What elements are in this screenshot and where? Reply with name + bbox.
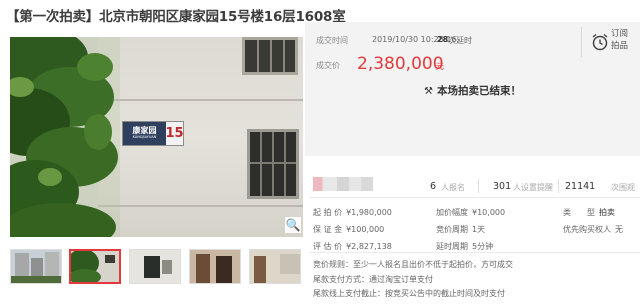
deal-price-value: 2,380,000 [357, 54, 444, 74]
divider [581, 27, 582, 57]
tree-foliage [10, 37, 120, 237]
page-title: 【第一次拍卖】北京市朝阳区康家园15号楼16层1608室 [6, 9, 346, 25]
increment-label: 加价幅度 [436, 208, 468, 217]
start-price-label: 起 拍 价 [313, 208, 343, 217]
auction-ended-text: 本场拍卖已结束！ [436, 85, 521, 97]
period-value: 1天 [472, 225, 486, 234]
reminder-count: 301 [493, 181, 512, 192]
thumbnail-3[interactable] [129, 249, 181, 284]
stat-divider [478, 179, 479, 193]
main-photo[interactable]: 康家园 KANGJIAYUAN 15 🔍 [10, 37, 303, 237]
start-price-row: 起 拍 价 ¥1,980,000 [313, 207, 392, 218]
deposit-value: ¥100,000 [346, 225, 385, 234]
view-count: 21141 [565, 181, 596, 192]
divider [309, 252, 640, 253]
priority-label: 优先购买权人 [563, 225, 611, 234]
increment-row: 加价幅度 ¥10,000 [436, 207, 505, 218]
blurred-avatar [313, 177, 373, 191]
wall-ledge [98, 99, 303, 101]
auction-ended-notice: ⚒ 本场拍卖已结束！ [305, 83, 640, 98]
deal-time-label: 成交时间 [316, 36, 348, 45]
priority-row: 优先购买权人无 [563, 224, 623, 235]
period-label: 竞价周期 [436, 225, 468, 234]
type-value: 拍卖 [599, 208, 615, 217]
rule-bidding: 竞价规则：至少一人报名且出价不低于起拍价，方可成交 [313, 260, 513, 269]
deal-price-label: 成交价 [316, 61, 340, 70]
priority-value: 无 [615, 225, 623, 234]
subscribe-label-line2: 拍品 [611, 40, 629, 51]
deposit-row: 保 证 金 ¥100,000 [313, 224, 384, 235]
delay-label: 延时周期 [436, 242, 468, 251]
wall-ledge [98, 205, 303, 207]
thumbnail-1[interactable] [10, 249, 62, 284]
rule-payment-method: 尾款支付方式：通过淘宝订单支付 [313, 274, 433, 284]
start-price-value: ¥1,980,000 [346, 208, 392, 217]
delay-value: 5分钟 [472, 242, 494, 251]
window-middle [247, 129, 299, 199]
registrant-count: 6 [430, 181, 437, 192]
sign-number: 15 [165, 122, 184, 145]
thumbnail-5[interactable] [249, 249, 301, 284]
alarm-clock-icon [592, 33, 608, 51]
period-row: 竞价周期 1天 [436, 224, 485, 235]
auction-rules: 竞价规则：至少一人报名且出价不低于起拍价，方可成交 尾款支付方式：通过淘宝订单支… [313, 258, 613, 302]
valuation-value: ¥2,827,138 [346, 242, 392, 251]
valuation-row: 评 估 价 ¥2,827,138 [313, 241, 392, 252]
subscribe-label-line1: 订阅 [611, 29, 629, 39]
divider [309, 197, 640, 198]
window-upper [242, 37, 298, 75]
increment-value: ¥10,000 [472, 208, 506, 217]
zoom-icon[interactable]: 🔍 [285, 217, 301, 233]
deal-price-unit: 元 [436, 62, 444, 71]
type-row: 类 型拍卖 [563, 207, 615, 218]
building-number-sign: 康家园 KANGJIAYUAN 15 [122, 121, 184, 146]
thumbnail-4[interactable] [189, 249, 241, 284]
type-label: 类 型 [563, 208, 595, 217]
gavel-icon: ⚒ [424, 86, 433, 97]
stat-divider [558, 179, 559, 193]
deposit-label: 保 证 金 [313, 225, 343, 234]
valuation-label: 评 估 价 [313, 242, 343, 251]
bid-count: 28 [437, 35, 449, 44]
delay-row: 延时周期 5分钟 [436, 241, 493, 252]
reminder-label: 人设置提醒 [513, 183, 553, 192]
view-label: 次围观 [611, 183, 635, 192]
subscribe-button[interactable]: 订阅 拍品 [590, 28, 636, 58]
registrant-label: 人报名 [441, 183, 465, 192]
bid-count-suffix: 次延时 [448, 36, 472, 45]
rule-payment-deadline: 尾款线上支付截止：按竞买公告中的截止时间及时支付 [313, 289, 505, 298]
thumbnail-2[interactable] [69, 249, 121, 284]
sign-subtitle: KANGJIAYUAN [132, 134, 157, 139]
